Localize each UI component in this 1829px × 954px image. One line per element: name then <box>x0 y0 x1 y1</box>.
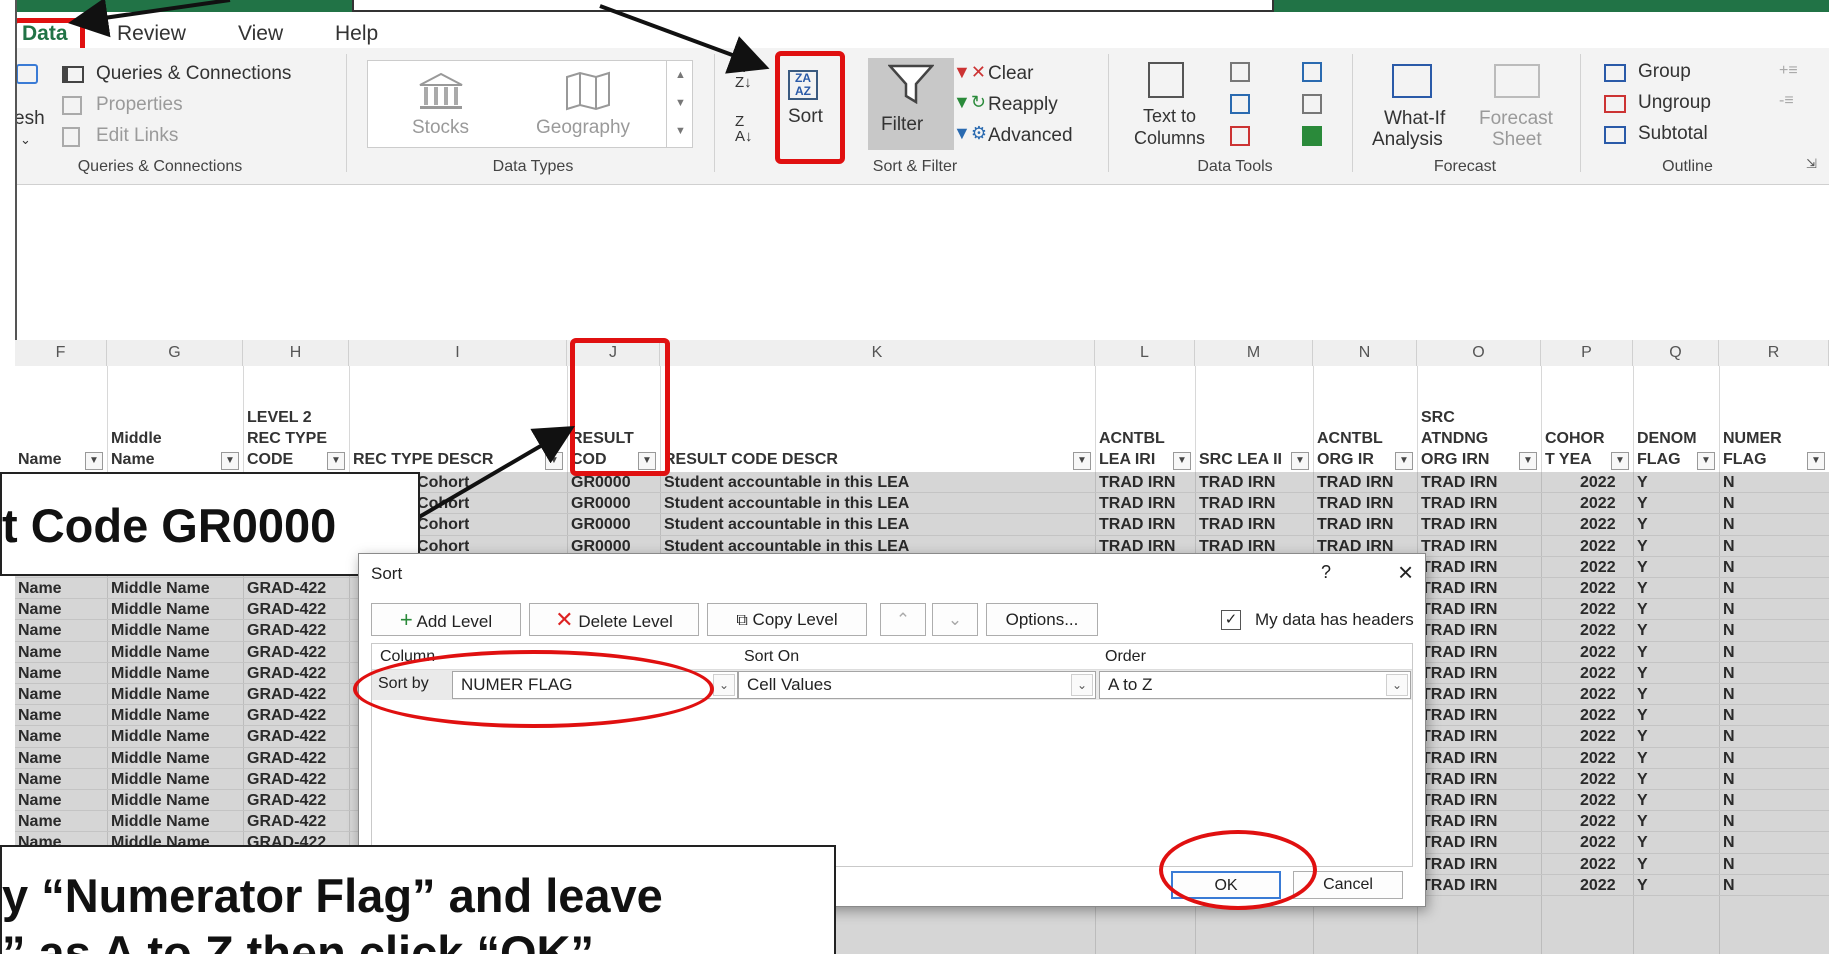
my-data-has-headers-checkbox[interactable]: ✓ <box>1221 610 1241 630</box>
options-button[interactable]: Options... <box>986 603 1098 636</box>
callout-result-code-text: t Code GR0000 <box>2 499 337 552</box>
arrow-to-result-code <box>412 425 575 522</box>
plus-icon: + <box>399 607 413 632</box>
chevron-down-icon[interactable]: ⌄ <box>1071 674 1093 696</box>
highlight-sort-by-row <box>353 650 714 728</box>
add-level-label: Add Level <box>416 612 493 631</box>
callout-instructions: y “Numerator Flag” and leave ” as A to Z… <box>0 845 836 954</box>
copy-level-button[interactable]: ⧉ Copy Level <box>707 603 867 636</box>
callout-instruction-line-1: y “Numerator Flag” and leave <box>2 869 663 922</box>
order-value: A to Z <box>1108 675 1153 694</box>
delete-level-button[interactable]: ✕ Delete Level <box>529 603 699 636</box>
close-icon[interactable]: × <box>1398 557 1413 588</box>
chevron-down-icon[interactable]: ⌄ <box>1386 674 1408 696</box>
arrow-to-data-tab <box>68 0 231 38</box>
copy-icon: ⧉ <box>736 612 748 629</box>
arrow-to-sort-button <box>599 4 770 74</box>
move-up-button[interactable]: ⌃ <box>880 603 926 636</box>
sort-on-select[interactable]: Cell Values ⌄ <box>738 671 1096 699</box>
callout-result-code: t Code GR0000 <box>0 472 420 576</box>
move-down-button[interactable]: ⌄ <box>932 603 978 636</box>
delete-icon: ✕ <box>555 607 574 632</box>
order-select[interactable]: A to Z ⌄ <box>1099 671 1411 699</box>
sort-on-heading: Sort On <box>744 648 800 665</box>
my-data-has-headers-label: My data has headers <box>1255 610 1414 629</box>
highlight-ok-button <box>1159 830 1317 910</box>
add-level-button[interactable]: + Add Level <box>371 603 521 636</box>
dialog-title: Sort <box>371 564 403 583</box>
help-icon[interactable]: ? <box>1321 562 1331 583</box>
copy-level-label: Copy Level <box>752 610 838 629</box>
callout-instruction-line-2: ” as A to Z then click “OK” <box>2 926 594 954</box>
delete-level-label: Delete Level <box>578 612 673 631</box>
chevron-down-icon[interactable]: ⌄ <box>713 674 735 696</box>
order-heading: Order <box>1105 648 1146 665</box>
sort-on-value: Cell Values <box>747 675 832 694</box>
